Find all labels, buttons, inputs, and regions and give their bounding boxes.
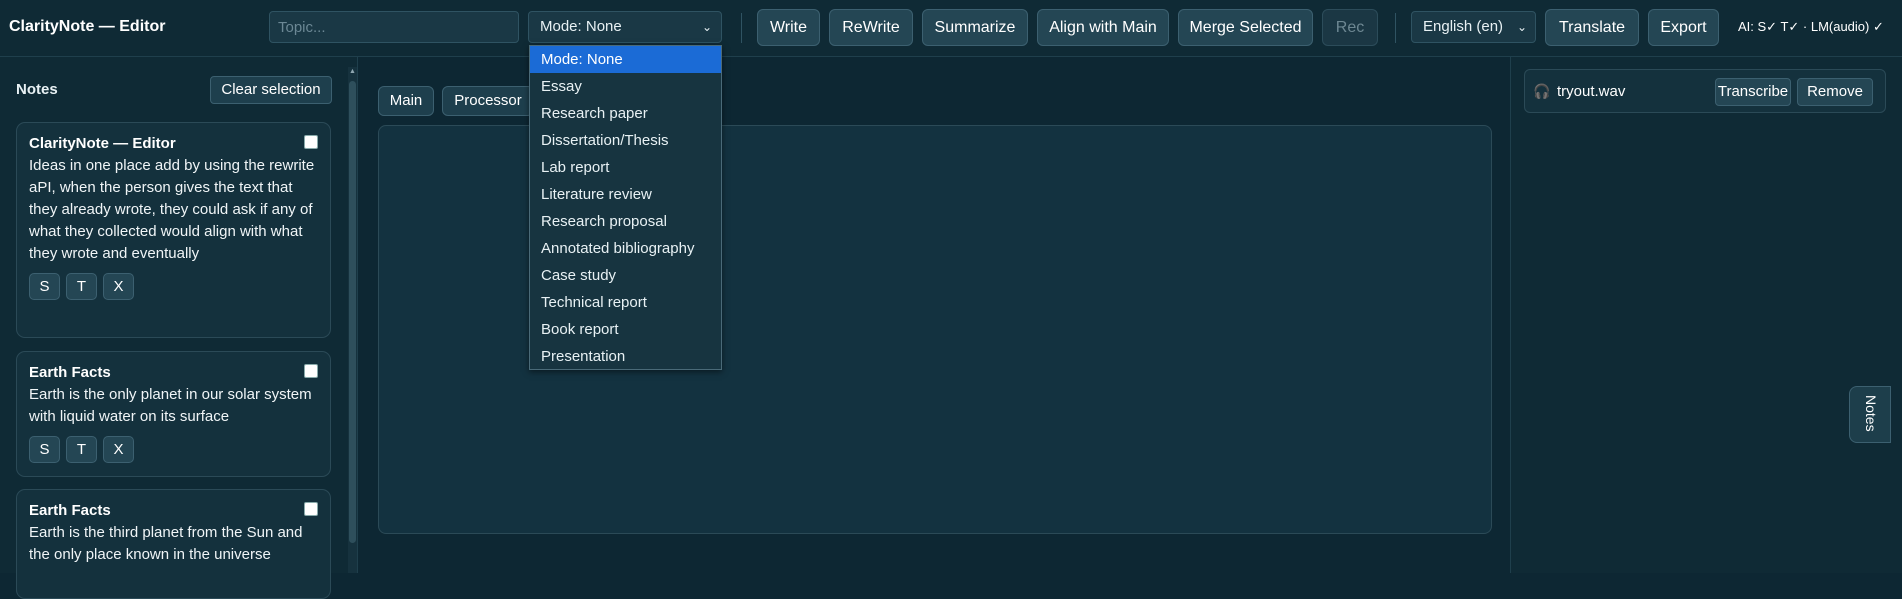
note-delete-button[interactable]: X xyxy=(103,273,134,300)
sidebar-title: Notes xyxy=(16,81,58,98)
notes-toggle-tab[interactable]: Notes xyxy=(1849,386,1891,443)
notes-sidebar: Notes Clear selection ClarityNote — Edit… xyxy=(0,57,358,599)
merge-selected-button[interactable]: Merge Selected xyxy=(1178,9,1313,46)
sidebar-scroll-thumb[interactable] xyxy=(349,81,356,543)
audio-panel: 🎧 tryout.wav Transcribe Remove xyxy=(1510,57,1902,573)
note-body: Earth is the only planet in our solar sy… xyxy=(29,386,312,425)
note-card[interactable]: Earth Facts Earth is the only planet in … xyxy=(16,351,331,477)
clear-selection-button[interactable]: Clear selection xyxy=(210,76,332,104)
headphones-icon: 🎧 xyxy=(1533,83,1551,99)
align-with-main-button[interactable]: Align with Main xyxy=(1037,9,1169,46)
write-button[interactable]: Write xyxy=(757,9,820,46)
note-title: Earth Facts xyxy=(29,364,111,381)
tab-main[interactable]: Main xyxy=(378,86,434,116)
note-summarize-button[interactable]: S xyxy=(29,273,60,300)
mode-option[interactable]: Mode: None xyxy=(530,46,721,73)
language-select[interactable]: English (en) ⌄ xyxy=(1411,11,1536,43)
mode-option[interactable]: Research proposal xyxy=(530,208,721,235)
note-body: Ideas in one place add by using the rewr… xyxy=(29,157,315,262)
translate-button[interactable]: Translate xyxy=(1545,9,1639,46)
mode-option[interactable]: Research paper xyxy=(530,100,721,127)
notes-toggle-label: Notes xyxy=(1863,395,1879,432)
mode-option[interactable]: Dissertation/Thesis xyxy=(530,127,721,154)
app-title: ClarityNote — Editor xyxy=(9,18,166,35)
note-body: Earth is the third planet from the Sun a… xyxy=(29,524,303,563)
mode-select-value: Mode: None xyxy=(540,18,622,35)
mode-option[interactable]: Book report xyxy=(530,316,721,343)
audio-file-item: 🎧 tryout.wav Transcribe Remove xyxy=(1524,69,1886,113)
mode-dropdown-list: Mode: None Essay Research paper Disserta… xyxy=(529,45,722,370)
mode-option[interactable]: Lab report xyxy=(530,154,721,181)
rec-button[interactable]: Rec xyxy=(1322,9,1378,46)
tab-processor[interactable]: Processor xyxy=(442,86,534,116)
top-toolbar: ClarityNote — Editor Mode: None ⌄ Write … xyxy=(0,0,1902,57)
mode-option[interactable]: Annotated bibliography xyxy=(530,235,721,262)
mode-option[interactable]: Case study xyxy=(530,262,721,289)
mode-select[interactable]: Mode: None ⌄ xyxy=(528,11,722,43)
summarize-button[interactable]: Summarize xyxy=(922,9,1028,46)
note-actions: S T X xyxy=(29,273,318,300)
chevron-down-icon: ⌄ xyxy=(1516,20,1527,34)
toolbar-divider xyxy=(741,13,742,43)
remove-button[interactable]: Remove xyxy=(1797,78,1873,106)
toolbar-divider xyxy=(1395,13,1396,43)
transcribe-button[interactable]: Transcribe xyxy=(1715,78,1791,106)
note-select-checkbox[interactable] xyxy=(304,135,318,149)
export-button[interactable]: Export xyxy=(1648,9,1719,46)
note-title: ClarityNote — Editor xyxy=(29,135,176,152)
note-translate-button[interactable]: T xyxy=(66,436,97,463)
note-card[interactable]: ClarityNote — Editor Ideas in one place … xyxy=(16,122,331,338)
note-actions: S T X xyxy=(29,436,318,463)
note-delete-button[interactable]: X xyxy=(103,436,134,463)
note-select-checkbox[interactable] xyxy=(304,364,318,378)
note-translate-button[interactable]: T xyxy=(66,273,97,300)
topic-input[interactable] xyxy=(269,11,519,43)
chevron-down-icon: ⌄ xyxy=(701,20,712,34)
scroll-up-icon[interactable]: ▲ xyxy=(348,67,357,77)
note-title: Earth Facts xyxy=(29,502,111,519)
note-card[interactable]: Earth Facts Earth is the third planet fr… xyxy=(16,489,331,599)
mode-option[interactable]: Technical report xyxy=(530,289,721,316)
mode-option[interactable]: Presentation xyxy=(530,343,721,370)
note-select-checkbox[interactable] xyxy=(304,502,318,516)
note-summarize-button[interactable]: S xyxy=(29,436,60,463)
ai-status-text: AI: S✓ T✓ · LM(audio) ✓ xyxy=(1738,19,1884,34)
audio-file-name: tryout.wav xyxy=(1557,83,1626,100)
mode-option[interactable]: Essay xyxy=(530,73,721,100)
language-select-value: English (en) xyxy=(1423,18,1504,35)
mode-option[interactable]: Literature review xyxy=(530,181,721,208)
rewrite-button[interactable]: ReWrite xyxy=(829,9,913,46)
